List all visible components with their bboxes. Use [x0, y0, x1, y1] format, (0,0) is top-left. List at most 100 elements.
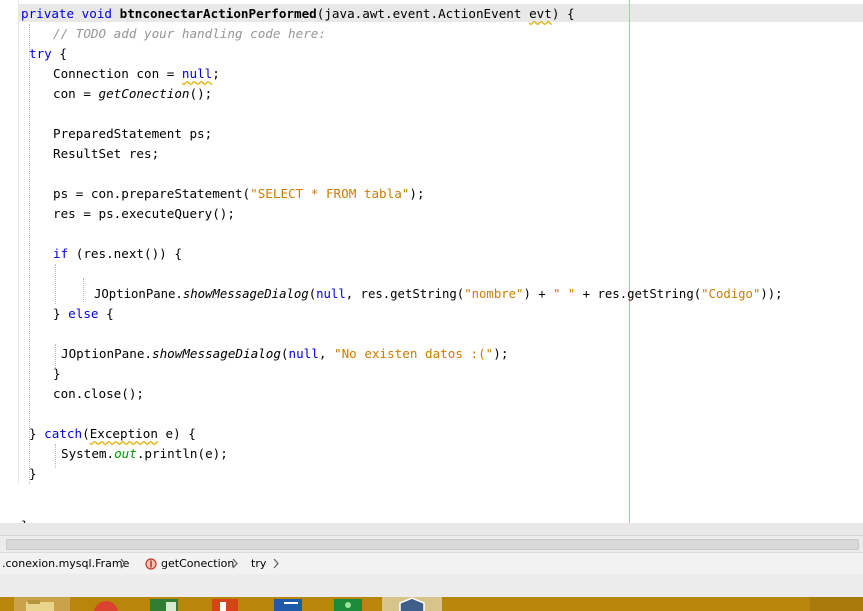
code-line-4[interactable]: Connection con = null;: [53, 64, 220, 84]
code-text: JOptionPane.: [94, 287, 183, 301]
keyword: void: [81, 6, 113, 21]
code-text: ps = con.prepareStatement(: [53, 186, 251, 201]
folded-region-bar: [0, 523, 863, 535]
code-text: ) {: [551, 6, 575, 21]
code-line-11[interactable]: res = ps.executeQuery();: [53, 204, 235, 224]
taskbar: [0, 597, 863, 611]
method-icon: [145, 558, 157, 570]
code-line-10[interactable]: ps = con.prepareStatement("SELECT * FROM…: [53, 184, 425, 204]
code-line-15[interactable]: JOptionPane.showMessageDialog(null, res.…: [94, 284, 783, 304]
word-icon[interactable]: [270, 597, 304, 611]
code-text: ;: [212, 66, 220, 81]
method-call: getConection: [98, 86, 190, 101]
code-text: + res.getString(: [575, 287, 702, 301]
code-text: con =: [53, 86, 99, 101]
code-text: ,: [318, 346, 335, 361]
breadcrumb-item-method[interactable]: getConection: [161, 556, 234, 571]
code-text: ResultSet res;: [53, 146, 160, 161]
code-line-3[interactable]: try {: [29, 44, 67, 64]
keyword: private: [21, 6, 75, 21]
exception-type: Exception: [89, 426, 158, 441]
code-text: e) {: [157, 426, 196, 441]
tray-area: [810, 597, 863, 611]
keyword: else: [68, 306, 99, 321]
code-text: ));: [760, 287, 783, 301]
code-line-8[interactable]: ResultSet res;: [53, 144, 159, 164]
code-line-23[interactable]: System.out.println(e);: [61, 444, 228, 464]
scrollbar-thumb[interactable]: [6, 539, 859, 550]
breadcrumb-item-class[interactable]: .conexion.mysql.Frame: [2, 556, 129, 571]
code-text: , res.getString(: [345, 287, 465, 301]
code-text: .println(e);: [136, 446, 228, 461]
string-literal: "Codigo": [701, 287, 761, 301]
string-literal: " ": [553, 287, 576, 301]
keyword: if: [53, 246, 69, 261]
netbeans-icon[interactable]: [382, 597, 442, 611]
code-text: ) +: [523, 287, 554, 301]
chrome-icon[interactable]: [86, 597, 126, 611]
breadcrumb-item-try[interactable]: try: [251, 556, 266, 571]
code-text: con.close();: [53, 386, 144, 401]
keyword: null: [288, 346, 319, 361]
status-bar: [0, 574, 863, 597]
code-text: (java.awt.event.ActionEvent: [316, 6, 530, 21]
code-text: }: [53, 306, 69, 321]
chevron-right-icon: [273, 558, 279, 569]
code-text: {: [51, 46, 67, 61]
code-text: }: [29, 466, 37, 481]
code-text: }: [29, 426, 45, 441]
keyword: catch: [44, 426, 83, 441]
file-explorer-icon[interactable]: [14, 597, 70, 611]
code-text: }: [53, 366, 61, 381]
code-line-5[interactable]: con = getConection();: [53, 84, 212, 104]
method-call: showMessageDialog: [152, 346, 281, 361]
horizontal-scrollbar[interactable]: [0, 535, 863, 552]
method-name: btnconectarActionPerformed: [119, 6, 317, 21]
code-editor[interactable]: private void btnconectarActionPerformed(…: [0, 0, 863, 535]
code-line-20[interactable]: con.close();: [53, 384, 144, 404]
indent-guide: [55, 264, 56, 304]
indent-guide: [55, 444, 56, 468]
chevron-right-icon: [120, 558, 126, 569]
code-text: Connection con =: [53, 66, 182, 81]
code-line-24[interactable]: }: [29, 464, 37, 484]
code-text: (: [308, 287, 317, 301]
string-literal: "nombre": [464, 287, 524, 301]
code-text: (: [280, 346, 289, 361]
keyword: null: [181, 66, 213, 81]
breadcrumb: .conexion.mysql.Frame getConection try: [0, 552, 863, 575]
code-text: {: [98, 306, 114, 321]
code-line-18[interactable]: JOptionPane.showMessageDialog(null, "No …: [61, 344, 508, 364]
code-line-7[interactable]: PreparedStatement ps;: [53, 124, 212, 144]
indent-guide: [83, 278, 84, 302]
code-text: ();: [189, 86, 213, 101]
string-literal: "SELECT * FROM tabla": [250, 186, 410, 201]
code-text: (: [82, 426, 90, 441]
excel-icon[interactable]: [150, 597, 178, 611]
code-line-2[interactable]: // TODO add your handling code here:: [53, 24, 326, 44]
chevron-right-icon: [232, 558, 238, 569]
code-line-22[interactable]: } catch(Exception e) {: [29, 424, 196, 444]
param-name: evt: [529, 6, 552, 21]
code-line-16[interactable]: } else {: [53, 304, 114, 324]
code-line-19[interactable]: }: [53, 364, 61, 384]
string-literal: "No existen datos :(": [334, 346, 494, 361]
app-icon[interactable]: [330, 597, 366, 611]
code-text: res = ps.executeQuery();: [53, 206, 235, 221]
code-text: );: [409, 186, 425, 201]
code-line-1[interactable]: private void btnconectarActionPerformed(…: [21, 4, 575, 24]
code-text: (res.next()) {: [68, 246, 182, 261]
gutter-edge: [18, 0, 19, 484]
code-text: JOptionPane.: [61, 346, 152, 361]
right-margin-line: [629, 0, 630, 535]
code-text: System.: [61, 446, 115, 461]
keyword: null: [316, 287, 346, 301]
method-call: showMessageDialog: [182, 287, 309, 301]
powerpoint-icon[interactable]: [210, 597, 242, 611]
keyword: try: [29, 46, 52, 61]
code-text: PreparedStatement ps;: [53, 126, 213, 141]
indent-guide: [29, 24, 30, 484]
code-text: );: [493, 346, 509, 361]
code-line-13[interactable]: if (res.next()) {: [53, 244, 182, 264]
static-field: out: [114, 446, 137, 461]
